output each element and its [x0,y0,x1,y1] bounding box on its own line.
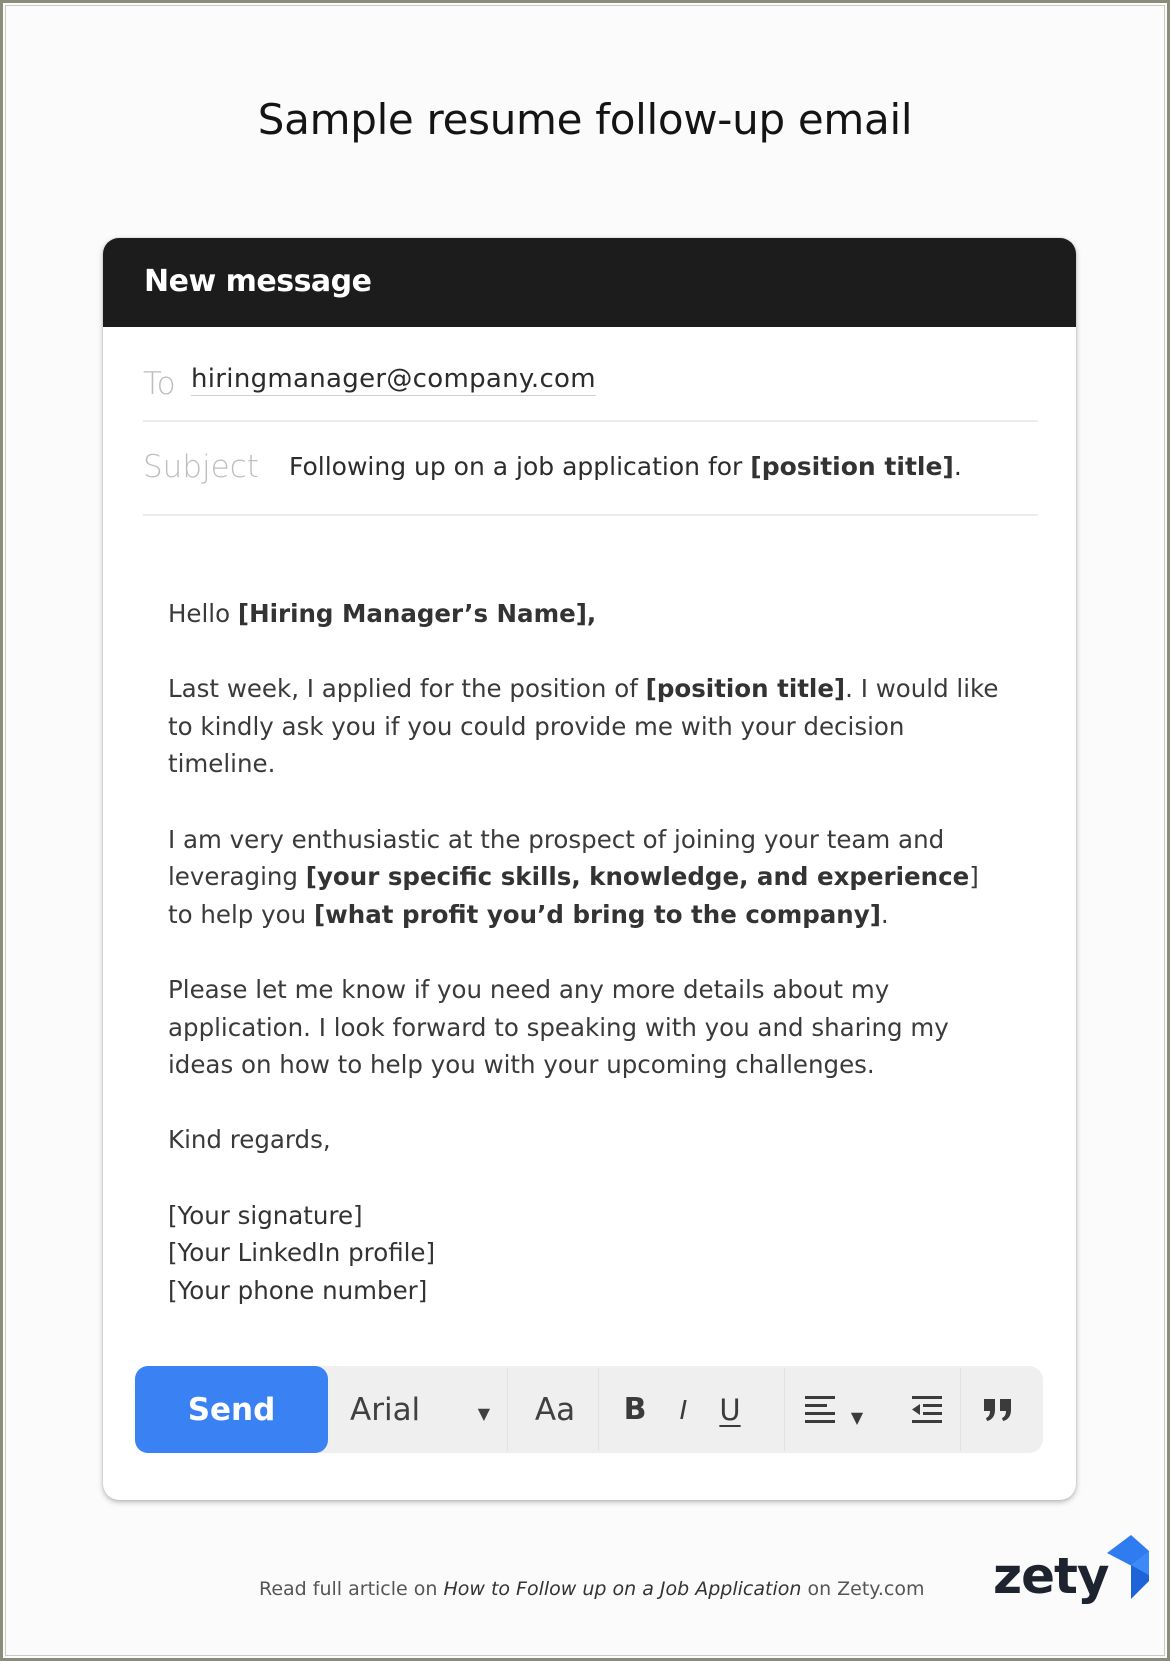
indent-less-button[interactable] [907,1366,947,1453]
compose-window: New message To hiringmanager@company.com… [103,238,1076,1500]
compose-header: New message [103,238,1076,327]
p1-text-a: Last week, I applied for the position of [168,674,646,704]
quote-button[interactable] [976,1366,1020,1457]
footer-prefix: Read full article on [259,1578,444,1600]
brand-chevron-icon [1107,1535,1149,1599]
p2-placeholder-profit: [what profit you’d bring to the company] [313,899,881,929]
p2-text-c: . [880,899,889,929]
font-family-value: Arial [350,1391,421,1428]
signature-line: [Your signature] [168,1200,363,1230]
align-left-button[interactable] [800,1366,840,1453]
article-link[interactable]: How to Follow up on a Job Application [443,1578,801,1600]
zety-logo: zety [993,1531,1153,1611]
subject-placeholder: [position title] [750,452,954,481]
align-left-icon [805,1395,835,1423]
greeting-placeholder: [Hiring Manager’s Name], [237,599,597,628]
bold-button[interactable]: B [615,1366,655,1453]
paragraph-1: Last week, I applied for the position of… [168,670,1008,783]
p1-placeholder: [position title] [645,674,846,704]
closing: Kind regards, [168,1125,331,1155]
brand-name: zety [993,1547,1110,1605]
send-button[interactable]: Send [135,1366,328,1453]
indent-less-icon [912,1395,942,1423]
greeting: Hello [Hiring Manager’s Name], [168,595,1008,633]
footer-suffix: on Zety.com [801,1578,925,1600]
greeting-text: Hello [168,599,238,628]
phone-line: [Your phone number] [168,1275,428,1305]
underline-button[interactable]: U [710,1366,750,1453]
subject-input[interactable]: Following up on a job application for [p… [289,452,962,481]
chevron-down-icon: ▼ [850,1408,864,1427]
text-size-button[interactable]: Aa [525,1366,585,1453]
to-input[interactable]: hiringmanager@company.com [191,364,596,396]
subject-period: . [953,452,962,481]
paragraph-3: Please let me know if you need any more … [168,974,949,1080]
font-family-select[interactable]: Arial ▼ [350,1366,490,1453]
quote-icon [984,1398,1011,1421]
message-body[interactable]: Hello [Hiring Manager’s Name], Last week… [168,595,1008,1309]
to-field-row: To hiringmanager@company.com [143,348,1038,422]
toolbar-divider [784,1368,785,1451]
p2-placeholder-skills: [your specific skills, knowledge, and ex… [305,862,970,892]
to-label: To [143,366,176,402]
subject-field-row: Subject Following up on a job applicatio… [143,422,1038,516]
subject-label: Subject [143,449,259,485]
subject-text: Following up on a job application for [289,452,751,481]
compose-title: New message [144,264,372,299]
toolbar-divider [507,1368,508,1451]
formatting-toolbar: Send Arial ▼ Aa B I U ▼ [135,1366,1043,1453]
paragraph-2: I am very enthusiastic at the prospect o… [168,821,1008,934]
linkedin-line: [Your LinkedIn profile] [168,1238,436,1268]
page-title: Sample resume follow-up email [257,95,913,144]
chevron-down-icon: ▼ [477,1404,490,1423]
toolbar-divider [960,1368,961,1451]
signature-block: [Your signature] [Your LinkedIn profile]… [168,1197,1008,1310]
toolbar-divider [598,1368,599,1451]
align-dropdown[interactable]: ▼ [845,1366,869,1461]
italic-button[interactable]: I [663,1366,703,1453]
footer-note: Read full article on How to Follow up on… [259,1578,924,1600]
